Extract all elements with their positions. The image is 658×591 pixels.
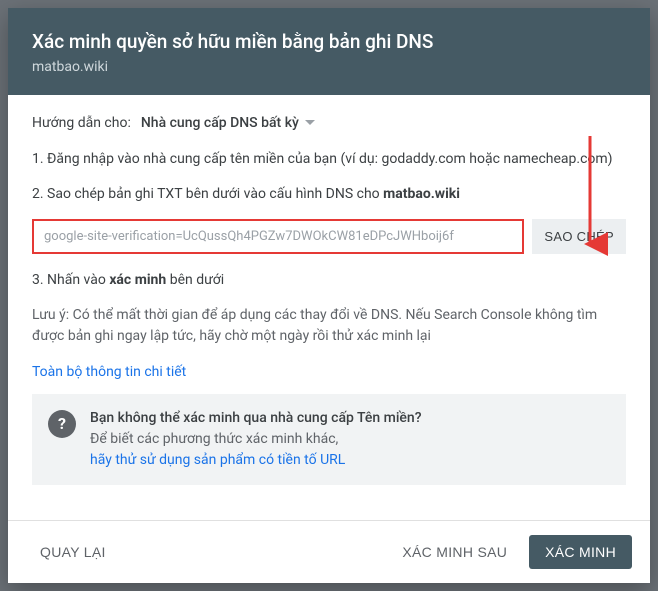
info-title: Bạn không thể xác minh qua nhà cung cấp … bbox=[90, 408, 422, 429]
verify-domain-dialog: Xác minh quyền sở hữu miền bằng bản ghi … bbox=[8, 8, 650, 583]
info-sub: Để biết các phương thức xác minh khác, bbox=[90, 429, 422, 450]
provider-label: Hướng dẫn cho: bbox=[32, 115, 131, 131]
chevron-down-icon bbox=[305, 120, 315, 125]
verify-later-button[interactable]: XÁC MINH SAU bbox=[388, 535, 521, 569]
back-button[interactable]: QUAY LẠI bbox=[26, 535, 120, 569]
provider-selected-value: Nhà cung cấp DNS bất kỳ bbox=[141, 115, 299, 131]
verify-button[interactable]: XÁC MINH bbox=[529, 535, 632, 569]
info-link[interactable]: hãy thử sử dụng sản phẩm có tiền tố URL bbox=[90, 450, 422, 471]
step-3-prefix: 3. Nhấn vào bbox=[32, 272, 109, 288]
provider-select[interactable]: Nhà cung cấp DNS bất kỳ bbox=[141, 115, 315, 131]
copy-button[interactable]: SAO CHÉP bbox=[532, 219, 626, 254]
dns-note: Lưu ý: Có thể mất thời gian để áp dụng c… bbox=[32, 305, 626, 347]
info-content: Bạn không thể xác minh qua nhà cung cấp … bbox=[90, 408, 422, 471]
dialog-title: Xác minh quyền sở hữu miền bằng bản ghi … bbox=[32, 30, 626, 55]
step-3: 3. Nhấn vào xác minh bên dưới bbox=[32, 270, 626, 291]
txt-record-row: SAO CHÉP bbox=[32, 219, 626, 254]
step-1: 1. Đăng nhập vào nhà cung cấp tên miền c… bbox=[32, 149, 626, 170]
details-link[interactable]: Toàn bộ thông tin chi tiết bbox=[32, 364, 186, 380]
dialog-subtitle: matbao.wiki bbox=[32, 59, 626, 75]
info-box: ? Bạn không thể xác minh qua nhà cung cấ… bbox=[32, 394, 626, 485]
step-2: 2. Sao chép bản ghi TXT bên dưới vào cấu… bbox=[32, 184, 626, 205]
txt-record-input[interactable] bbox=[32, 219, 524, 254]
step-2-domain: matbao.wiki bbox=[383, 186, 460, 202]
step-2-text: 2. Sao chép bản ghi TXT bên dưới vào cấu… bbox=[32, 186, 383, 202]
dialog-header: Xác minh quyền sở hữu miền bằng bản ghi … bbox=[8, 8, 650, 95]
step-3-bold: xác minh bbox=[109, 272, 166, 288]
step-3-suffix: bên dưới bbox=[166, 272, 224, 288]
dialog-footer: QUAY LẠI XÁC MINH SAU XÁC MINH bbox=[8, 520, 650, 583]
question-icon: ? bbox=[48, 410, 76, 438]
dialog-body: Hướng dẫn cho: Nhà cung cấp DNS bất kỳ 1… bbox=[8, 95, 650, 520]
provider-row: Hướng dẫn cho: Nhà cung cấp DNS bất kỳ bbox=[32, 115, 626, 131]
